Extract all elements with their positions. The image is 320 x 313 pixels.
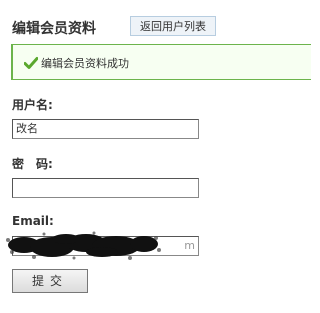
password-label: 密 码: (12, 157, 53, 171)
success-notice: 编辑会员资料成功 (11, 44, 311, 80)
email-label: Email: (12, 214, 54, 228)
username-label: 用户名: (12, 98, 53, 112)
notice-message: 编辑会员资料成功 (41, 57, 129, 70)
back-to-user-list-button[interactable]: 返回用户列表 (130, 16, 216, 36)
submit-button[interactable]: 提交 (12, 269, 88, 293)
redaction-scribble (6, 231, 161, 260)
page-header: 编辑会员资料 返回用户列表 (12, 16, 218, 40)
password-input[interactable] (12, 178, 199, 198)
check-icon (24, 57, 38, 69)
username-input[interactable]: 改名 (12, 119, 199, 139)
page-title: 编辑会员资料 (12, 21, 96, 37)
